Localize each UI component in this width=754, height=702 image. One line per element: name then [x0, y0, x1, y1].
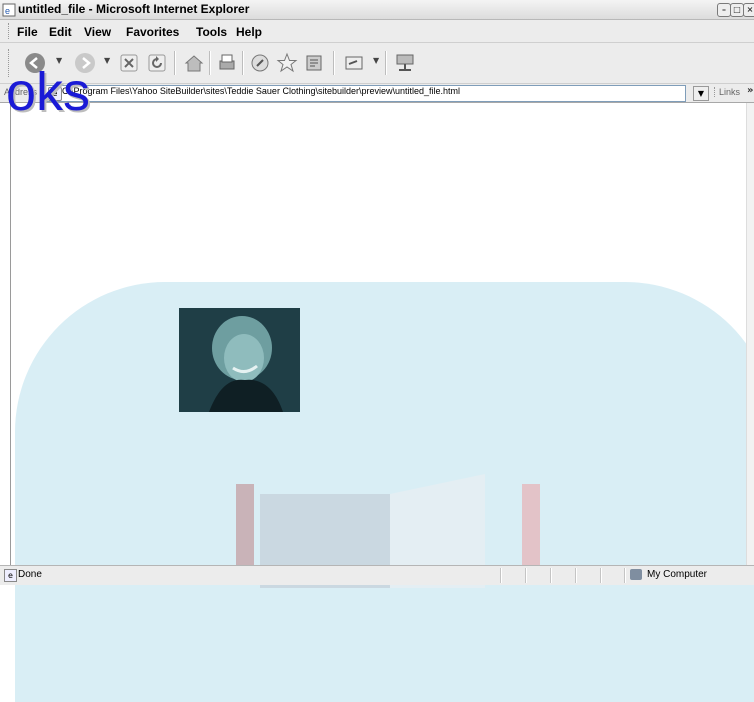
maximize-button[interactable]: □: [730, 3, 744, 17]
svg-text:e: e: [5, 6, 10, 16]
menu-tools[interactable]: Tools: [196, 25, 227, 39]
print-icon[interactable]: [216, 52, 238, 74]
toolbar-separator: [333, 51, 335, 75]
toolbar-separator: [174, 51, 176, 75]
toolbar-separator: [209, 51, 211, 75]
menu-edit[interactable]: Edit: [49, 25, 72, 39]
refresh-icon[interactable]: [146, 52, 168, 74]
links-label[interactable]: Links: [714, 87, 740, 97]
stop-icon[interactable]: [118, 52, 140, 74]
menu-view[interactable]: View: [84, 25, 111, 39]
overlay-logo-text: oks: [6, 62, 91, 122]
menu-help[interactable]: Help: [236, 25, 262, 39]
toolbar-separator: [242, 51, 244, 75]
profile-photo: [179, 308, 300, 412]
close-button[interactable]: ×: [743, 3, 754, 17]
toolbar-separator: [385, 51, 387, 75]
network-icon[interactable]: [394, 52, 416, 74]
menu-file[interactable]: File: [17, 25, 38, 39]
status-divider: [624, 568, 626, 583]
ie-page-icon: e: [2, 2, 16, 17]
history-icon[interactable]: [303, 52, 325, 74]
links-chevron-icon[interactable]: »: [747, 85, 753, 96]
media-icon[interactable]: [249, 52, 271, 74]
status-divider: [550, 568, 552, 583]
menu-grip[interactable]: [8, 23, 12, 39]
window-title: untitled_file - Microsoft Internet Explo…: [18, 2, 250, 16]
menu-favorites[interactable]: Favorites: [126, 25, 179, 39]
address-bar: Address e C:\Program Files\Yahoo SiteBui…: [0, 84, 754, 103]
minimize-button[interactable]: –: [717, 3, 731, 17]
status-divider: [500, 568, 502, 583]
home-icon[interactable]: [183, 52, 205, 74]
edit-icon[interactable]: [343, 52, 365, 74]
done-page-icon: e: [4, 569, 17, 582]
status-divider: [600, 568, 602, 583]
status-bar: e Done My Computer: [0, 565, 754, 585]
menu-bar: File Edit View Favorites Tools Help: [0, 20, 754, 43]
forward-dropdown-icon[interactable]: ▼: [104, 56, 110, 65]
title-bar: e untitled_file - Microsoft Internet Exp…: [0, 0, 754, 20]
address-dropdown-icon[interactable]: ▼: [693, 86, 709, 101]
status-divider: [525, 568, 527, 583]
favorites-icon[interactable]: [276, 52, 298, 74]
edit-dropdown-icon[interactable]: ▼: [373, 56, 379, 65]
status-text: Done: [18, 569, 42, 580]
address-url[interactable]: C:\Program Files\Yahoo SiteBuilder\sites…: [62, 86, 460, 96]
computer-zone-icon: [630, 569, 642, 580]
vertical-scrollbar[interactable]: [746, 103, 754, 565]
standard-toolbar: ▼ ▼ ▼: [0, 43, 754, 84]
status-divider: [575, 568, 577, 583]
security-zone-text: My Computer: [647, 569, 708, 580]
